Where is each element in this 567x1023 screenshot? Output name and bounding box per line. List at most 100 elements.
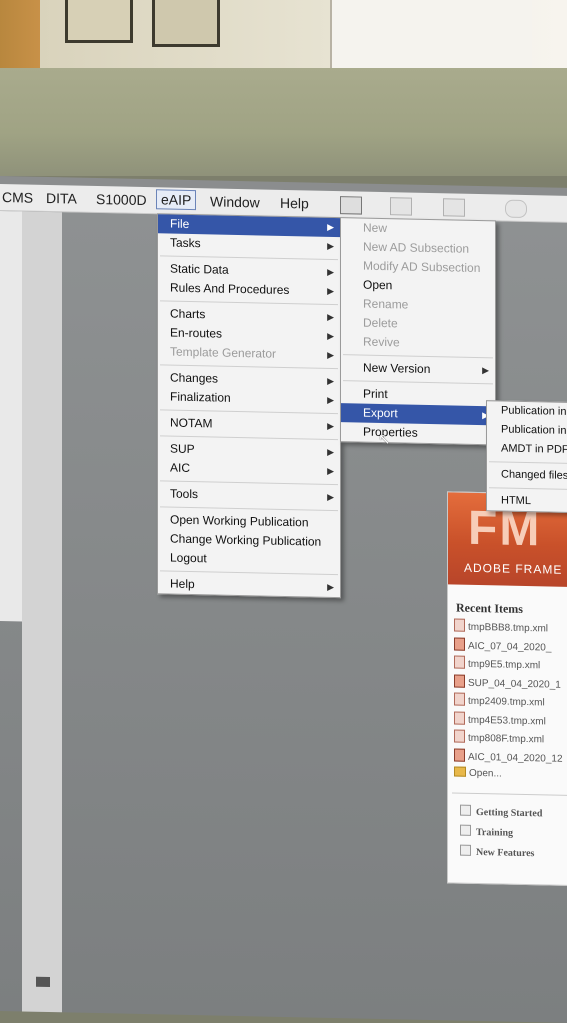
- recent-item[interactable]: tmp9E5.tmp.xml: [454, 655, 563, 677]
- submenu-arrow-icon: ▶: [327, 394, 334, 405]
- recent-item[interactable]: AIC_01_04_2020_12: [454, 748, 563, 769]
- menu-item-label: Static Data: [170, 261, 229, 277]
- submenu-arrow-icon: ▶: [327, 420, 334, 431]
- menu-item-label: Changes: [170, 370, 219, 386]
- xml-file-icon: [454, 692, 465, 706]
- file-menu-item-properties[interactable]: Properties: [341, 422, 495, 444]
- xml-file-icon: [454, 655, 465, 669]
- submenu-arrow-icon: ▶: [327, 311, 334, 322]
- export-menu-item-publication-in[interactable]: Publication in: [487, 401, 567, 422]
- toolbar-dropdown-icon[interactable]: [390, 197, 412, 216]
- menu-item-label: Charts: [170, 306, 206, 322]
- menu-cms[interactable]: CMS: [0, 188, 37, 207]
- menu-item-label: AMDT in PDF: [501, 442, 567, 456]
- submenu-arrow-icon: ▶: [327, 465, 334, 476]
- recent-item[interactable]: tmp808F.tmp.xml: [454, 729, 563, 751]
- submenu-arrow-icon: ▶: [327, 240, 334, 251]
- menu-item-label: Rules And Procedures: [170, 280, 290, 298]
- panel-toggle-icon[interactable]: [340, 196, 362, 215]
- eaip-menu-item-finalization[interactable]: Finalization ▶: [158, 387, 340, 410]
- menu-item-label: Modify AD Subsection: [363, 258, 481, 276]
- whiteboard: [330, 0, 532, 76]
- help-links: Getting Started Training New Features: [460, 804, 542, 867]
- menu-item-label: Delete: [363, 315, 398, 331]
- menu-dita[interactable]: DITA: [42, 189, 81, 208]
- recent-item[interactable]: tmpBBB8.tmp.xml: [454, 618, 563, 640]
- submenu-arrow-icon: ▶: [327, 446, 334, 457]
- recent-item[interactable]: AIC_07_04_2020_: [454, 637, 563, 658]
- left-strip: [22, 211, 62, 1013]
- framemaker-tagline: ADOBE FRAME: [464, 560, 563, 577]
- menu-item-label: Rename: [363, 296, 409, 312]
- recent-item[interactable]: tmp2409.tmp.xml: [454, 692, 563, 714]
- submenu-arrow-icon: ▶: [327, 491, 334, 502]
- recent-items-list: tmpBBB8.tmp.xml AIC_07_04_2020_ tmp9E5.t…: [454, 618, 563, 788]
- menu-item-label: New Version: [363, 360, 431, 377]
- eaip-menu: File ▶ Tasks ▶ Static Data ▶ Rules And Procedu…: [157, 213, 341, 599]
- document-file-icon: [454, 637, 465, 651]
- menu-item-label: Finalization: [170, 389, 231, 405]
- menu-item-label: Open: [363, 277, 393, 293]
- file-menu-item-revive: Revive: [341, 332, 495, 354]
- submenu-arrow-icon: ▶: [327, 266, 334, 277]
- menu-separator: [489, 487, 567, 491]
- export-menu-item-changed-files[interactable]: Changed files: [487, 465, 567, 486]
- getting-started-link[interactable]: Getting Started: [460, 804, 542, 827]
- eaip-menu-item-tools[interactable]: Tools ▶: [158, 484, 340, 507]
- toolbar-dropdown-icon[interactable]: [443, 198, 465, 217]
- export-menu-item-amdt-in-pdf[interactable]: AMDT in PDF: [487, 439, 567, 460]
- menu-item-label: Print: [363, 386, 388, 402]
- menu-item-label: Template Generator: [170, 344, 277, 361]
- wall-picture-frame: [152, 0, 220, 47]
- file-menu-item-new-version[interactable]: New Version ▶: [341, 358, 495, 380]
- new-features-link[interactable]: New Features: [460, 844, 542, 867]
- submenu-arrow-icon: ▶: [327, 349, 334, 360]
- menu-item-label: Change Working Publication: [170, 531, 322, 549]
- submenu-arrow-icon: ▶: [327, 330, 334, 341]
- menu-item-label: Logout: [170, 550, 207, 566]
- checkbox-icon: [460, 824, 471, 836]
- export-menu-item-html[interactable]: HTML: [487, 491, 567, 512]
- menu-item-label: New AD Subsection: [363, 239, 470, 256]
- export-menu-item-publication-in[interactable]: Publication in: [487, 420, 567, 441]
- recent-item[interactable]: SUP_04_04_2020_1: [454, 674, 563, 695]
- menu-window[interactable]: Window: [206, 192, 264, 211]
- monitor-bezel: [0, 68, 567, 176]
- menu-item-label: AIC: [170, 460, 191, 475]
- menu-item-label: Revive: [363, 334, 400, 350]
- training-link[interactable]: Training: [460, 824, 542, 847]
- submenu-arrow-icon: ▶: [327, 581, 334, 592]
- resize-grip-icon[interactable]: [36, 976, 50, 988]
- eaip-menu-item-rules-and-procedures[interactable]: Rules And Procedures ▶: [158, 278, 340, 301]
- settings-icon[interactable]: [505, 199, 527, 219]
- menu-item-label: Open Working Publication: [170, 512, 309, 530]
- menu-eaip[interactable]: eAIP: [156, 189, 197, 211]
- menu-help[interactable]: Help: [276, 194, 313, 213]
- left-panel: [0, 211, 23, 622]
- export-submenu: Publication in Publication in AMDT in PDF C…: [486, 400, 567, 514]
- submenu-arrow-icon: ▶: [327, 285, 334, 296]
- file-submenu: New New AD Subsection Modify AD Subsection…: [340, 217, 496, 446]
- eaip-menu-item-aic[interactable]: AIC ▶: [158, 458, 340, 481]
- xml-file-icon: [454, 618, 465, 632]
- menu-item-label: Publication in: [501, 423, 567, 437]
- menu-item-label: HTML: [501, 494, 531, 508]
- menu-item-label: SUP: [170, 441, 195, 457]
- submenu-arrow-icon: ▶: [482, 365, 489, 376]
- menu-item-label: Changed files: [501, 468, 567, 482]
- menu-item-label: En-routes: [170, 325, 223, 341]
- eaip-menu-item-notam[interactable]: NOTAM ▶: [158, 413, 340, 436]
- xml-file-icon: [454, 711, 465, 725]
- document-file-icon: [454, 674, 465, 688]
- eaip-menu-item-tasks[interactable]: Tasks ▶: [158, 233, 340, 256]
- recent-item[interactable]: tmp4E53.tmp.xml: [454, 711, 563, 732]
- monitor-screen: CMS DITA S1000D eAIP Window Help FM ADOB…: [0, 176, 567, 1023]
- xml-file-icon: [454, 729, 465, 743]
- menu-s1000d[interactable]: S1000D: [92, 190, 151, 209]
- eaip-menu-item-template-generator: Template Generator ▶: [158, 342, 340, 365]
- checkbox-icon: [460, 804, 471, 816]
- eaip-menu-item-help[interactable]: Help ▶: [158, 574, 340, 597]
- eaip-menu-item-logout[interactable]: Logout: [158, 548, 340, 571]
- open-link[interactable]: Open...: [454, 766, 563, 788]
- menu-item-label: Publication in: [501, 404, 567, 418]
